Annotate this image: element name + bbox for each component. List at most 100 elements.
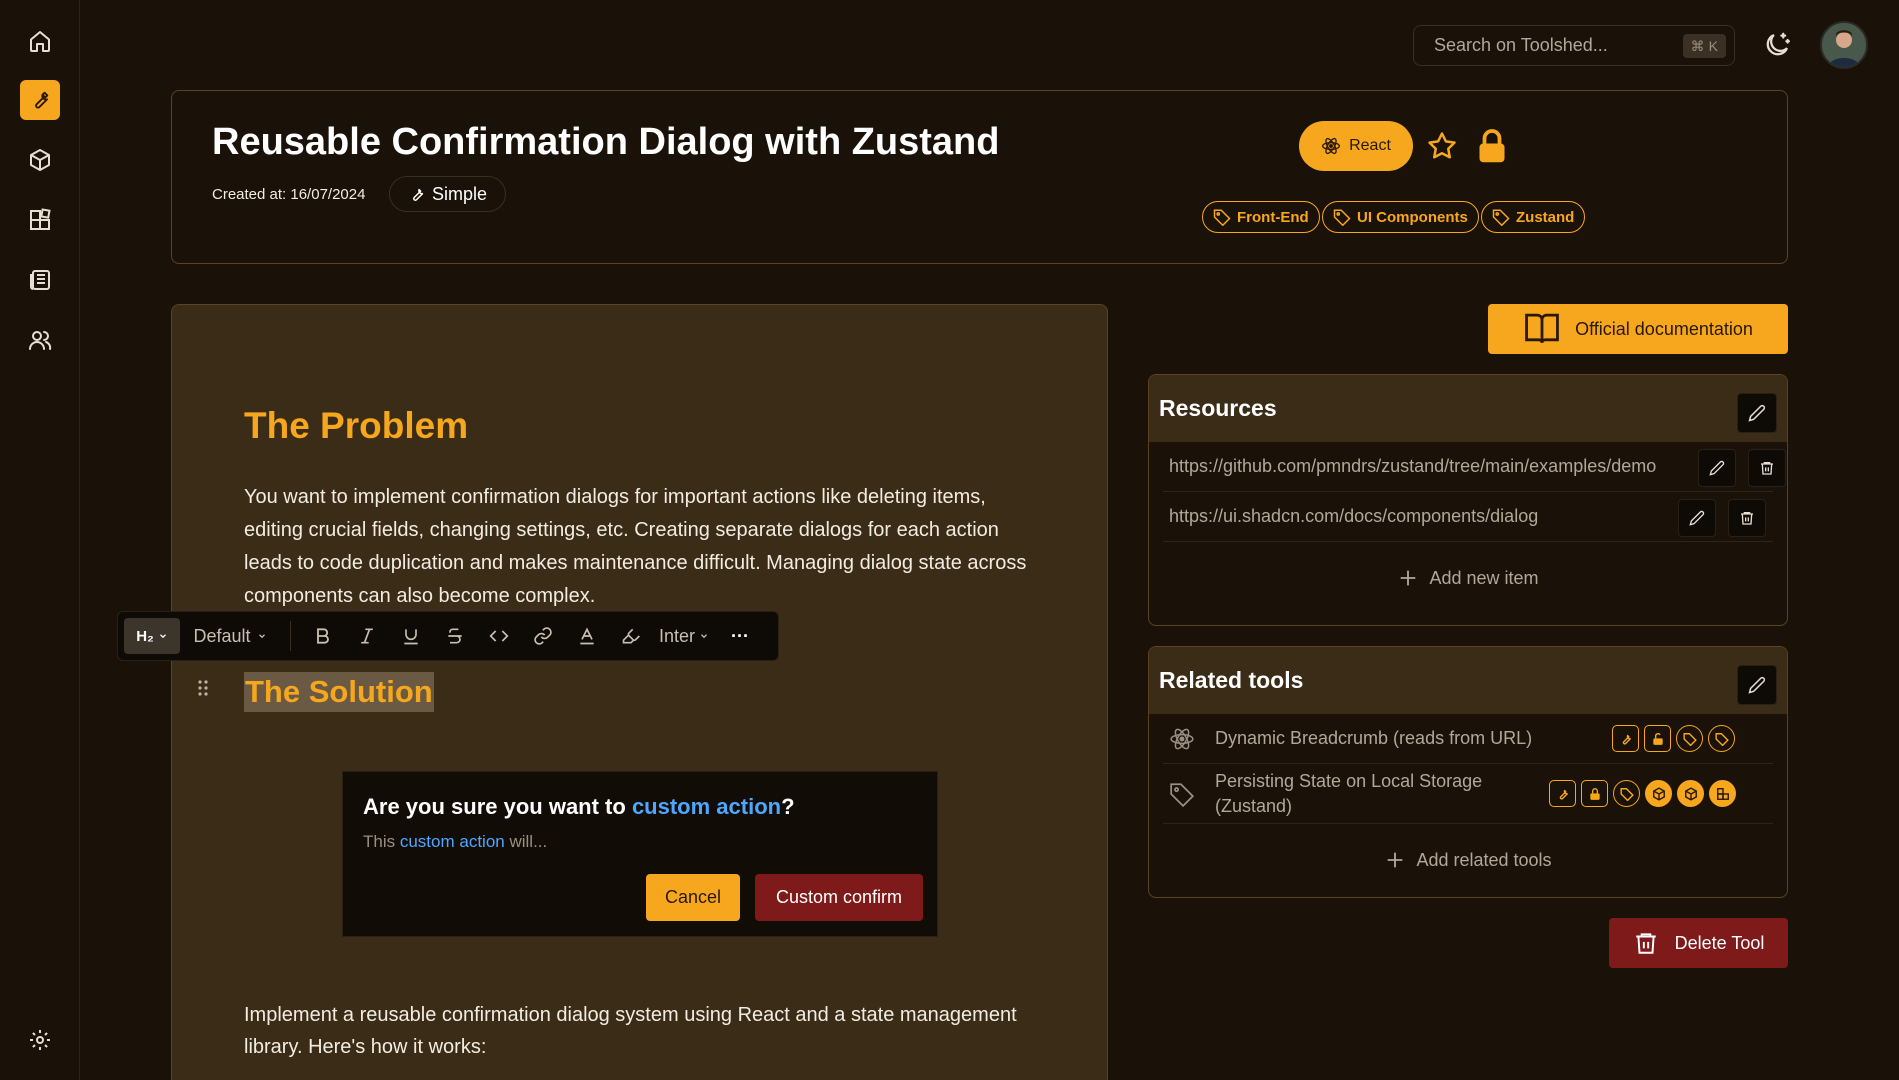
edit-resource-button[interactable] xyxy=(1698,449,1736,487)
sidebar-articles-button[interactable] xyxy=(20,260,60,300)
blocks-icon xyxy=(1709,780,1736,807)
theme-toggle-button[interactable] xyxy=(1762,30,1792,60)
italic-button[interactable] xyxy=(345,618,389,654)
code-icon xyxy=(489,630,509,642)
related-tool-item[interactable]: Dynamic Breadcrumb (reads from URL) xyxy=(1163,714,1773,764)
code-button[interactable] xyxy=(477,618,521,654)
related-tool-item[interactable]: Persisting State on Local Storage (Zusta… xyxy=(1163,764,1773,824)
delete-resource-button[interactable] xyxy=(1728,499,1766,537)
related-tool-badges xyxy=(1549,780,1736,807)
edit-related-tools-button[interactable] xyxy=(1737,665,1777,705)
chevron-down-icon xyxy=(258,634,265,639)
delete-resource-button[interactable] xyxy=(1748,449,1786,487)
add-resource-button[interactable]: Add new item xyxy=(1149,542,1787,614)
dialog-confirm-button: Custom confirm xyxy=(755,874,923,921)
related-tool-name-line1: Persisting State on Local Storage xyxy=(1215,770,1483,791)
resource-url[interactable]: https://ui.shadcn.com/docs/components/di… xyxy=(1169,506,1538,527)
desc-suffix: will... xyxy=(504,832,548,851)
text-style-dropdown[interactable]: Default xyxy=(180,618,280,654)
react-icon xyxy=(1169,726,1199,752)
more-options-button[interactable]: ··· xyxy=(715,618,765,654)
official-documentation-button[interactable]: Official documentation xyxy=(1488,304,1788,354)
avatar[interactable] xyxy=(1820,21,1868,69)
solution-heading[interactable]: The Solution xyxy=(244,672,434,712)
drag-handle[interactable] xyxy=(196,678,210,698)
problem-heading[interactable]: The Problem xyxy=(244,405,468,447)
related-tool-name-line2: (Zustand) xyxy=(1215,795,1293,816)
add-related-tools-button[interactable]: Add related tools xyxy=(1149,824,1787,896)
grip-vertical-icon xyxy=(198,680,208,696)
created-at: Created at: 16/07/2024 xyxy=(212,186,366,203)
blocks-icon xyxy=(30,208,51,230)
sidebar-tools-button[interactable] xyxy=(20,80,60,120)
resource-url[interactable]: https://github.com/pmndrs/zustand/tree/m… xyxy=(1169,456,1656,477)
command-key: ⌘ xyxy=(1690,37,1705,54)
sidebar-home-button[interactable] xyxy=(20,21,60,61)
framework-button[interactable]: React xyxy=(1299,121,1413,171)
resource-item[interactable]: https://ui.shadcn.com/docs/components/di… xyxy=(1163,492,1773,542)
sidebar-packages-button[interactable] xyxy=(20,140,60,180)
text-color-button[interactable] xyxy=(565,618,609,654)
unlock-icon xyxy=(1644,725,1671,752)
user-photo-icon xyxy=(1822,23,1866,67)
underline-button[interactable] xyxy=(389,618,433,654)
solution-paragraph[interactable]: Implement a reusable confirmation dialog… xyxy=(244,999,1044,1063)
newspaper-icon xyxy=(30,270,50,290)
edit-resources-button[interactable] xyxy=(1737,393,1777,433)
edit-resource-button[interactable] xyxy=(1678,499,1716,537)
pencil-icon xyxy=(1709,460,1725,476)
lock-icon xyxy=(1479,129,1505,163)
framework-label: React xyxy=(1349,137,1391,154)
tag-label: UI Components xyxy=(1357,208,1468,226)
related-tool-name[interactable]: Dynamic Breadcrumb (reads from URL) xyxy=(1215,728,1532,749)
pencil-icon xyxy=(1748,404,1766,422)
tag-icon xyxy=(1708,725,1735,752)
related-tools-header: Related tools xyxy=(1149,647,1787,714)
formatting-toolbar: H₂ Default Inter ··· xyxy=(117,611,779,661)
pencil-icon xyxy=(1689,510,1705,526)
search-placeholder: Search on Toolshed... xyxy=(1434,35,1608,55)
highlighter-icon xyxy=(622,628,640,644)
problem-paragraph[interactable]: You want to implement confirmation dialo… xyxy=(244,481,1044,613)
highlight-button[interactable] xyxy=(609,618,653,654)
shortcut-badge: ⌘ K xyxy=(1682,34,1726,58)
users-icon xyxy=(29,331,52,350)
page-title: Reusable Confirmation Dialog with Zustan… xyxy=(212,121,1000,163)
resource-item[interactable]: https://github.com/pmndrs/zustand/tree/m… xyxy=(1163,442,1786,492)
wrench-icon xyxy=(1549,780,1576,807)
chevron-down-icon xyxy=(159,634,166,639)
tag-icon xyxy=(1492,209,1510,226)
favorite-button[interactable] xyxy=(1427,131,1457,161)
moon-stars-icon xyxy=(1766,32,1790,56)
link-button[interactable] xyxy=(521,618,565,654)
search-input[interactable]: Search on Toolshed... ⌘ K xyxy=(1413,25,1735,66)
tag-icon xyxy=(1169,781,1199,807)
desc-highlight: custom action xyxy=(399,832,505,851)
add-related-tools-label: Add related tools xyxy=(1416,849,1552,870)
example-dialog-image: Are you sure you want to custom action? … xyxy=(342,771,938,937)
font-family-dropdown[interactable]: Inter xyxy=(653,618,715,654)
trash-icon xyxy=(1635,933,1656,954)
tag-front-end[interactable]: Front-End xyxy=(1202,201,1320,233)
heading-level-label: H₂ xyxy=(136,627,154,645)
sidebar-settings-button[interactable] xyxy=(20,1020,60,1060)
complexity-badge[interactable]: Simple xyxy=(389,176,507,212)
private-lock-button[interactable] xyxy=(1477,128,1507,164)
sidebar-components-button[interactable] xyxy=(20,200,60,240)
toolbar-divider xyxy=(290,621,291,651)
tag-zustand[interactable]: Zustand xyxy=(1481,201,1586,233)
text-style-label: Default xyxy=(193,625,251,646)
delete-tool-button[interactable]: Delete Tool xyxy=(1609,918,1788,968)
rich-text-editor[interactable]: The Problem You want to implement confir… xyxy=(171,304,1108,1080)
tag-ui-components[interactable]: UI Components xyxy=(1322,201,1479,233)
pencil-icon xyxy=(1748,676,1766,694)
related-tool-name[interactable]: Persisting State on Local Storage (Zusta… xyxy=(1215,769,1482,819)
wrench-icon xyxy=(1612,725,1639,752)
book-open-icon xyxy=(1525,313,1559,344)
complexity-label: Simple xyxy=(432,183,488,204)
strikethrough-button[interactable] xyxy=(433,618,477,654)
sidebar-users-button[interactable] xyxy=(20,320,60,360)
heading-level-dropdown[interactable]: H₂ xyxy=(124,618,180,654)
bold-button[interactable] xyxy=(301,618,345,654)
text-color-icon xyxy=(580,627,594,645)
